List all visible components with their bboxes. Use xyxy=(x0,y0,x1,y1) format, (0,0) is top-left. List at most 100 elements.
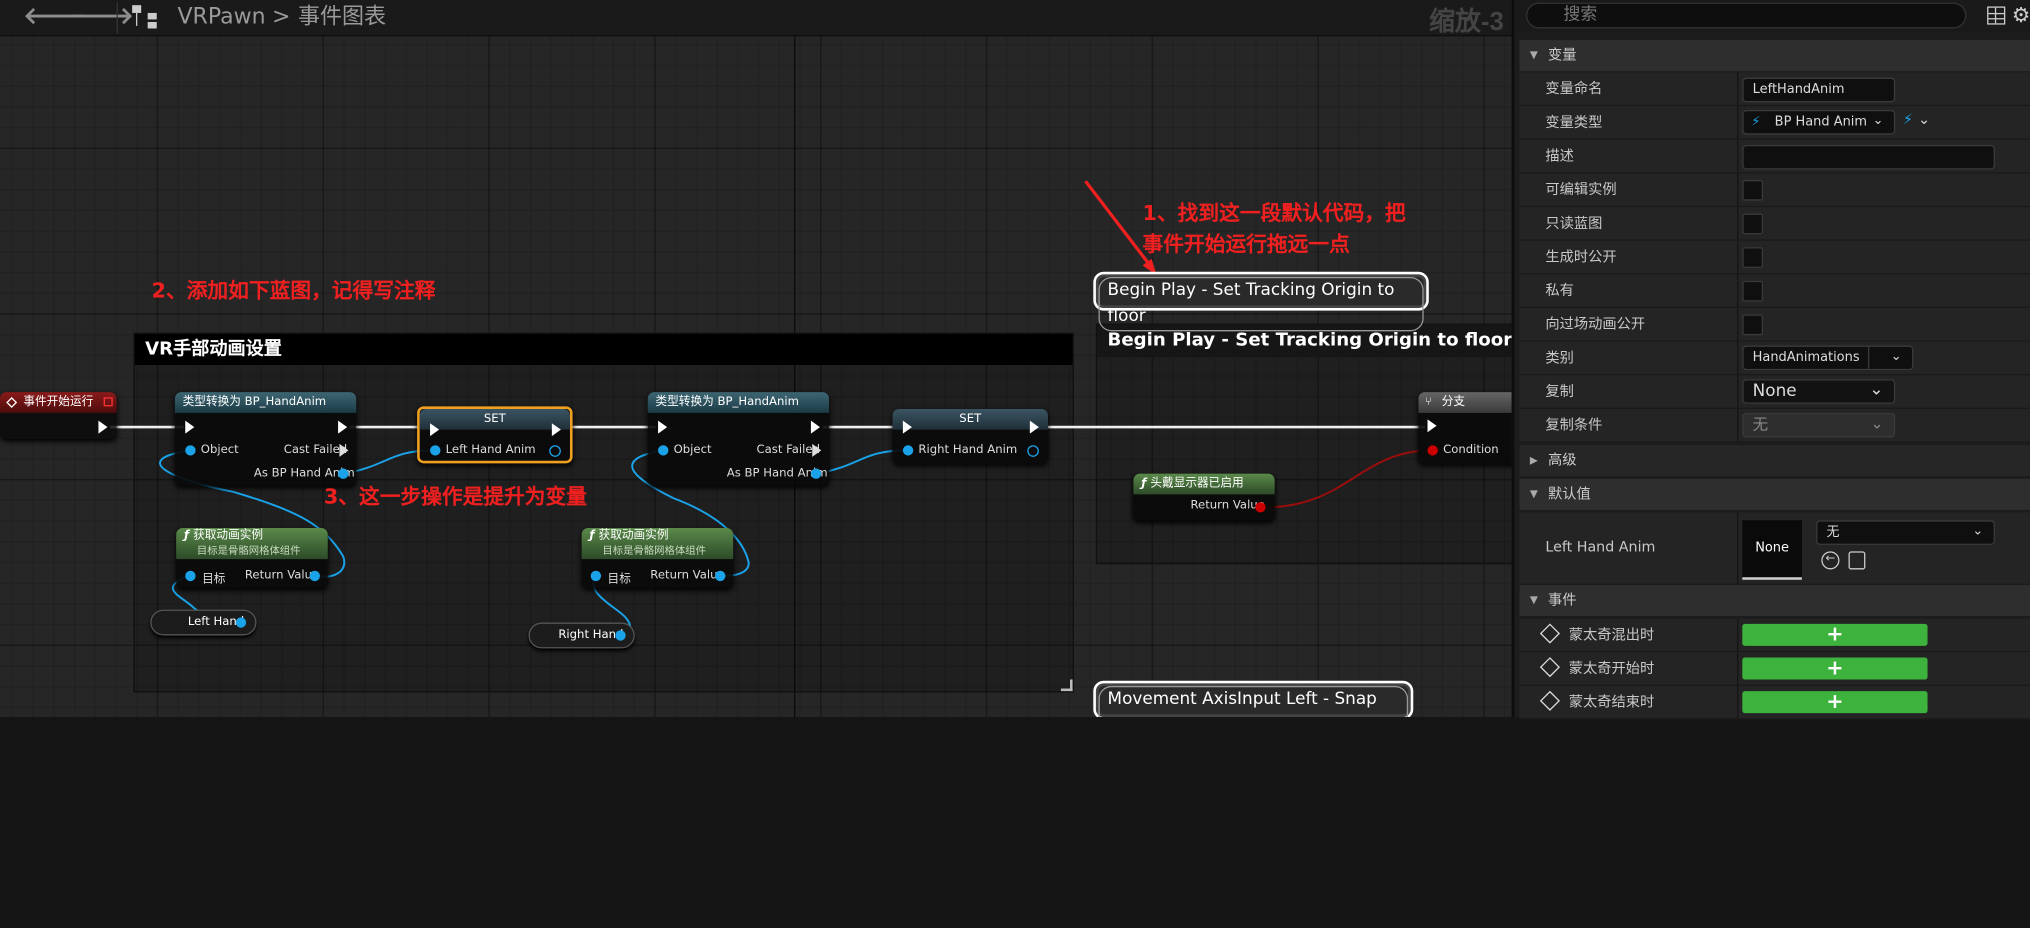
divider xyxy=(1737,308,1739,341)
get-anim-instance-node-1[interactable]: ƒ 获取动画实例 目标是骨骼网格体组件 目标 Return Value xyxy=(176,528,328,588)
set-right-hand-node[interactable]: SET Right Hand Anim xyxy=(892,408,1048,464)
default-value-dropdown[interactable]: 无 ⌄ xyxy=(1816,520,1995,545)
return-value-pin[interactable] xyxy=(309,570,320,582)
get-anim-instance-node-2[interactable]: ƒ 获取动画实例 目标是骨骼网格体组件 目标 Return Value xyxy=(581,528,734,588)
variable-out-pin[interactable] xyxy=(615,630,626,641)
replication-condition-dropdown[interactable]: 无 ⌄ xyxy=(1742,412,1896,438)
expose-on-spawn-checkbox[interactable] xyxy=(1742,247,1764,268)
row-category: 类别 HandAnimations ⌄ xyxy=(1519,341,2030,376)
annotation-step-3: 3、这一步操作是提升为变量 xyxy=(323,484,587,509)
return-value-label: Return Value xyxy=(650,569,725,583)
section-label: 变量 xyxy=(1547,46,1577,64)
section-variables[interactable]: ▼ 变量 xyxy=(1519,40,2030,72)
variable-type-value: BP Hand Anim xyxy=(1774,115,1868,130)
add-event-button[interactable]: + xyxy=(1742,657,1928,680)
replication-dropdown[interactable]: None ⌄ xyxy=(1742,379,1896,404)
exec-out-pin[interactable] xyxy=(551,423,561,437)
table-view-icon[interactable] xyxy=(1987,6,2006,25)
object-pin[interactable] xyxy=(185,445,196,456)
right-hand-variable-node[interactable]: Right Hand xyxy=(528,622,635,649)
variable-name-field[interactable]: LeftHandAnim xyxy=(1742,77,1896,103)
cast-header: 类型转换为 BP_HandAnim xyxy=(174,392,357,413)
section-defaults[interactable]: ▼ 默认值 xyxy=(1519,478,2030,510)
graph-hierarchy-icon[interactable] xyxy=(132,5,158,29)
as-bp-pin[interactable] xyxy=(810,468,822,479)
left-hand-anim-pin[interactable] xyxy=(430,445,441,456)
begin-play-comment-bubble[interactable]: Begin Play - Set Tracking Origin to floo… xyxy=(1093,271,1429,332)
cast-node-1[interactable]: 类型转换为 BP_HandAnim Object Cast Failed As … xyxy=(174,392,357,486)
bubble-text: Movement AxisInput Left - Snap Turn xyxy=(1098,685,1409,717)
set-title: SET xyxy=(959,412,982,426)
variable-type-dropdown[interactable]: ⚡ BP Hand Anim ⌄ xyxy=(1742,110,1896,135)
row-label: 变量命名 xyxy=(1545,80,1603,98)
forward-button[interactable]: 🡒 xyxy=(71,3,134,32)
branch-node[interactable]: 分支 ⑂ Condition xyxy=(1418,392,1512,464)
row-label: 蒙太奇结束时 xyxy=(1568,693,1655,711)
description-field[interactable] xyxy=(1742,144,1995,170)
comment-resize-handle[interactable] xyxy=(1060,679,1073,692)
add-event-button[interactable]: + xyxy=(1742,690,1928,714)
gear-icon[interactable]: ⚙ xyxy=(2012,3,2030,28)
back-button[interactable]: 🡐 xyxy=(23,3,86,32)
exec-in-pin[interactable] xyxy=(430,423,440,437)
cast-node-2[interactable]: 类型转换为 BP_HandAnim Object Cast Failed As … xyxy=(647,392,830,486)
row-event-montage-started: 蒙太奇开始时 + xyxy=(1519,652,2030,686)
exec-in-pin[interactable] xyxy=(902,420,912,434)
return-value-label: Return Value xyxy=(1190,499,1265,513)
replication-value: None xyxy=(1752,381,1797,402)
cast-failed-pin[interactable] xyxy=(339,443,349,457)
chevron-down-icon: ⌄ xyxy=(1869,380,1884,400)
instance-editable-checkbox[interactable] xyxy=(1742,179,1764,201)
return-value-pin[interactable] xyxy=(715,570,726,582)
browse-asset-icon[interactable] xyxy=(1848,551,1866,570)
cast-failed-pin[interactable] xyxy=(812,443,822,457)
expose-cinematics-checkbox[interactable] xyxy=(1742,314,1764,336)
target-pin[interactable] xyxy=(590,570,602,582)
exec-out-pin[interactable] xyxy=(338,420,348,434)
chevron-down-icon: ▼ xyxy=(1529,487,1538,500)
variable-out-pin[interactable] xyxy=(235,617,247,628)
exec-in-pin[interactable] xyxy=(658,420,668,434)
object-pin[interactable] xyxy=(658,445,669,456)
right-hand-anim-out-pin[interactable] xyxy=(1027,445,1039,457)
return-value-pin[interactable] xyxy=(1255,502,1266,513)
add-event-button[interactable]: + xyxy=(1742,623,1928,646)
exec-out-pin[interactable] xyxy=(1029,420,1039,434)
chevron-down-icon: ⌄ xyxy=(1918,111,1931,129)
right-hand-anim-pin[interactable] xyxy=(902,445,914,456)
search-input[interactable]: 搜索 xyxy=(1525,2,1967,29)
target-pin[interactable] xyxy=(185,570,196,582)
snap-turn-comment-bubble[interactable]: Movement AxisInput Left - Snap Turn xyxy=(1093,680,1414,717)
asset-thumbnail[interactable]: None xyxy=(1742,520,1802,580)
category-dropdown[interactable]: HandAnimations ⌄ xyxy=(1742,345,1914,371)
breadcrumb-root[interactable]: VRPawn xyxy=(177,3,265,31)
exec-out-pin[interactable] xyxy=(810,420,820,434)
object-label: Object xyxy=(200,443,239,457)
cast-header: 类型转换为 BP_HandAnim xyxy=(647,392,830,413)
condition-pin[interactable] xyxy=(1427,445,1438,456)
graph-toolbar: 🡐 🡒 VRPawn > 事件图表 缩放-3 xyxy=(0,0,1512,37)
hmd-enabled-node[interactable]: ƒ 头戴显示器已启用 Return Value xyxy=(1133,473,1275,521)
row-label: 类别 xyxy=(1545,349,1574,367)
section-advanced[interactable]: ▶ 高级 xyxy=(1519,445,2030,477)
exec-out-pin[interactable] xyxy=(98,420,108,434)
set-left-hand-node[interactable]: SET Left Hand Anim xyxy=(417,406,573,464)
exec-in-pin[interactable] xyxy=(185,420,195,434)
private-checkbox[interactable] xyxy=(1742,280,1764,302)
left-hand-variable-node[interactable]: Left Hand xyxy=(150,609,257,636)
divider xyxy=(1737,618,1739,651)
left-hand-anim-out-pin[interactable] xyxy=(549,445,561,457)
readonly-checkbox[interactable] xyxy=(1742,213,1764,235)
row-label: 向过场动画公开 xyxy=(1545,315,1646,333)
breadcrumb-leaf[interactable]: 事件图表 xyxy=(298,3,386,31)
exec-in-pin[interactable] xyxy=(1427,419,1437,433)
event-begin-play-node[interactable]: 事件开始运行 xyxy=(0,392,117,439)
as-bp-pin[interactable] xyxy=(338,468,349,479)
container-type-dropdown[interactable]: ⚡ ⌄ xyxy=(1903,111,1942,134)
section-events[interactable]: ▼ 事件 xyxy=(1519,584,2030,617)
func-title: 获取动画实例 xyxy=(598,529,669,543)
cast-title: 类型转换为 BP_HandAnim xyxy=(655,396,799,409)
use-selected-icon[interactable]: ← xyxy=(1821,551,1840,570)
divider xyxy=(1737,72,1739,105)
blueprint-graph[interactable]: VR手部动画设置 Begin Play - Set Tracking Origi… xyxy=(0,0,1512,717)
